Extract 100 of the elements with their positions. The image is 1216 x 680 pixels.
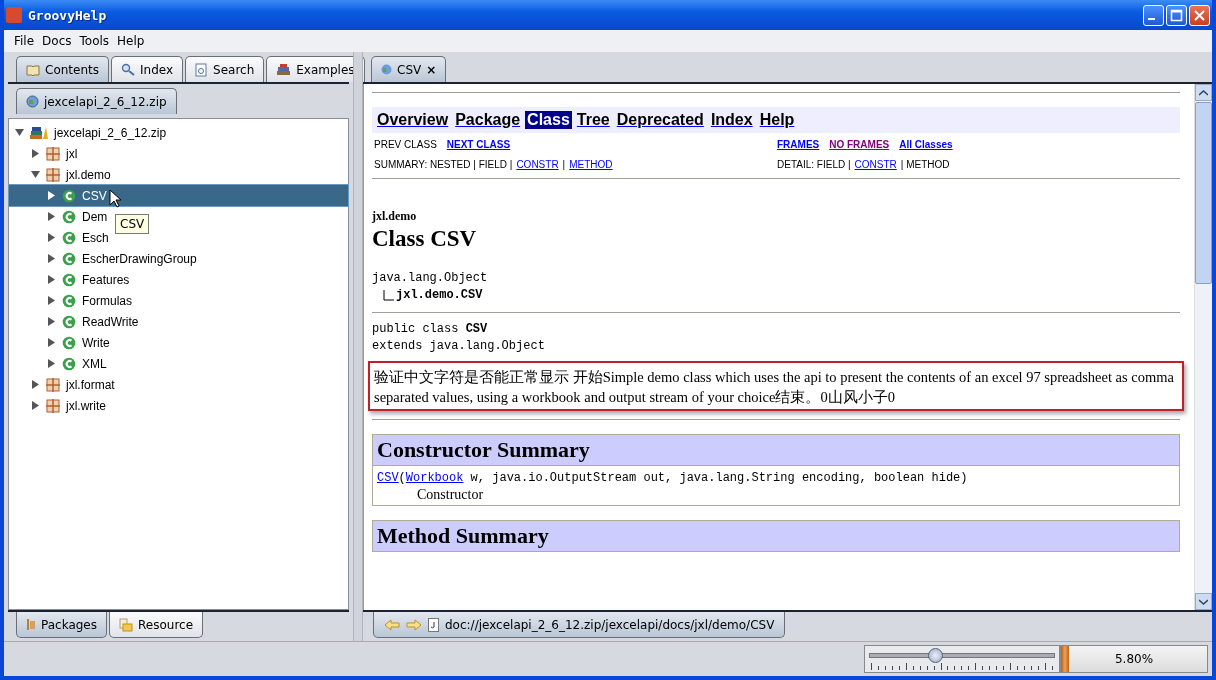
expand-triangle-icon[interactable] xyxy=(47,359,56,368)
expand-triangle-icon[interactable] xyxy=(47,338,56,347)
menu-item[interactable]: Help xyxy=(117,34,145,48)
tree-label: Write xyxy=(82,335,110,350)
archive-tab[interactable]: jexcelapi_2_6_12.zip xyxy=(16,88,177,114)
nav-link[interactable]: Help xyxy=(757,111,797,129)
tree-label: XML xyxy=(82,356,107,371)
nav-link[interactable]: Class xyxy=(525,111,572,129)
panel-tab[interactable]: Index xyxy=(111,56,184,82)
tree-label: jxl xyxy=(66,146,78,161)
signature-text: w, java.io.OutputStream out, java.lang.String encoding, boolean hide) xyxy=(469,471,968,485)
nav-link[interactable]: Tree xyxy=(574,111,612,129)
tree-item[interactable]: jxl xyxy=(9,143,82,164)
nav-link[interactable]: NO FRAMES xyxy=(829,139,890,150)
nav-link[interactable]: Deprecated xyxy=(614,111,706,129)
panel-tab[interactable]: Contents xyxy=(16,56,109,82)
tree-label: Features xyxy=(82,272,130,287)
tree-item[interactable]: XML xyxy=(9,353,111,374)
tree-label: jxl.format xyxy=(66,377,115,392)
tree-item[interactable]: jxl.format xyxy=(9,374,119,395)
tree-item[interactable]: EscherDrawingGroup xyxy=(9,248,201,269)
books-icon xyxy=(30,125,48,140)
tree-label: Formulas xyxy=(82,293,132,308)
menu-item[interactable]: Docs xyxy=(42,34,72,48)
scroll-down-icon[interactable] xyxy=(1195,593,1212,610)
maximize-button[interactable] xyxy=(1166,4,1187,26)
document-tab[interactable]: CSV × xyxy=(371,56,447,82)
panel-tab[interactable]: Search xyxy=(185,56,265,82)
expand-triangle-icon[interactable] xyxy=(31,149,40,158)
hierarchy-text: jxl.demo.CSV xyxy=(396,287,483,304)
app-logo-icon xyxy=(6,7,22,23)
tree-item[interactable]: CSV xyxy=(9,185,348,206)
close-button[interactable] xyxy=(1189,4,1210,26)
search-icon xyxy=(121,63,135,76)
class-title: Class CSV xyxy=(372,226,478,252)
expand-triangle-icon[interactable] xyxy=(47,296,56,305)
panel-tab[interactable]: Resource xyxy=(109,612,204,638)
window-title: GroovyHelp xyxy=(28,7,108,23)
class-icon xyxy=(62,293,76,308)
type-link[interactable]: CSV xyxy=(377,471,399,485)
tree-item[interactable]: jexcelapi_2_6_12.zip xyxy=(9,122,171,143)
nav-link[interactable]: FRAMES xyxy=(777,139,820,150)
expand-triangle-icon[interactable] xyxy=(31,401,40,410)
scroll-thumb[interactable] xyxy=(1195,102,1212,284)
class-icon xyxy=(62,272,76,287)
globe-icon xyxy=(26,95,39,108)
expand-triangle-icon[interactable] xyxy=(47,233,56,242)
panel-tab[interactable]: Examples xyxy=(266,56,365,82)
java-file-icon xyxy=(428,617,439,632)
collapse-triangle-icon[interactable] xyxy=(15,128,24,137)
packages-icon xyxy=(26,618,36,631)
package-icon xyxy=(46,146,60,161)
menu-item[interactable]: Tools xyxy=(79,34,110,48)
class-icon xyxy=(62,209,76,224)
scroll-up-icon[interactable] xyxy=(1195,84,1212,101)
tree-item[interactable]: jxl.write xyxy=(9,395,110,416)
minimize-button[interactable] xyxy=(1143,4,1164,26)
tree-label: EscherDrawingGroup xyxy=(82,251,197,266)
panel-tab[interactable]: Packages xyxy=(16,612,107,638)
slider-thumb[interactable] xyxy=(927,648,943,663)
tree-label: Esch xyxy=(82,230,109,245)
collapse-triangle-icon[interactable] xyxy=(31,170,40,179)
constructor-description: Constructor xyxy=(416,487,485,503)
tree-item[interactable]: Write xyxy=(9,332,114,353)
expand-triangle-icon[interactable] xyxy=(47,254,56,263)
nav-link[interactable]: Index xyxy=(708,111,755,129)
close-tab-button[interactable]: × xyxy=(426,62,437,77)
expand-triangle-icon[interactable] xyxy=(47,317,56,326)
tree-item[interactable]: Features xyxy=(9,269,134,290)
tree-label: jxl.write xyxy=(66,398,106,413)
tree-item[interactable]: Esch xyxy=(9,227,113,248)
declaration-text: extends java.lang.Object xyxy=(372,338,546,355)
expand-triangle-icon[interactable] xyxy=(47,275,56,284)
tree-item[interactable]: Formulas xyxy=(9,290,136,311)
tree-item[interactable]: jxl.demo xyxy=(9,164,115,185)
class-icon xyxy=(62,314,76,329)
type-link[interactable]: Workbook xyxy=(405,471,464,485)
expand-triangle-icon[interactable] xyxy=(31,380,40,389)
expand-triangle-icon[interactable] xyxy=(47,212,56,221)
nav-link[interactable]: Package xyxy=(453,111,523,129)
class-icon xyxy=(62,335,76,350)
vertical-scrollbar[interactable] xyxy=(1194,84,1212,610)
mouse-pointer-icon xyxy=(109,189,123,209)
tree-item[interactable]: Dem xyxy=(9,206,112,227)
menu-item[interactable]: File xyxy=(14,34,35,48)
nav-link[interactable]: Overview xyxy=(375,111,451,129)
expand-triangle-icon[interactable] xyxy=(47,191,56,200)
zoom-slider[interactable] xyxy=(864,645,1060,673)
tree-item[interactable]: ReadWrite xyxy=(9,311,143,332)
class-icon xyxy=(62,188,76,203)
summary-text: | xyxy=(562,159,566,170)
folder-icon xyxy=(119,617,133,632)
summary-link[interactable]: CONSTR xyxy=(516,159,559,170)
detail-link[interactable]: CONSTR xyxy=(854,159,897,170)
summary-link[interactable]: METHOD xyxy=(569,159,613,170)
tree-label: ReadWrite xyxy=(82,314,139,329)
nav-link[interactable]: NEXT CLASS xyxy=(446,139,511,150)
nav-link[interactable]: All Classes xyxy=(899,139,953,150)
package-icon xyxy=(46,398,60,413)
splitter-handle[interactable] xyxy=(353,52,363,641)
